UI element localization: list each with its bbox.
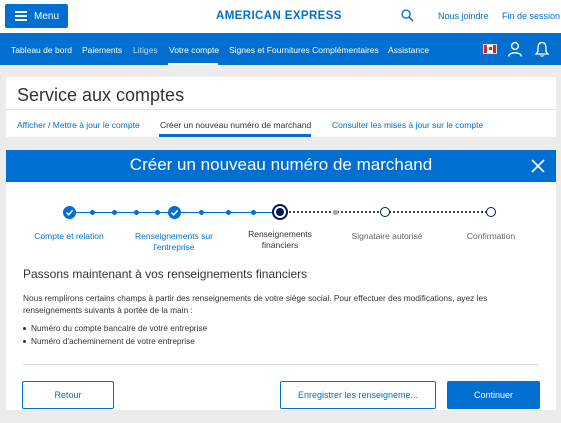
- continue-button[interactable]: Continuer: [447, 381, 540, 409]
- list-item: Numéro du compte bancaire de votre entre…: [23, 323, 207, 333]
- search-icon[interactable]: [401, 9, 414, 22]
- menu-label: Menu: [34, 10, 60, 22]
- step-label-business[interactable]: Renseignements sur l'entreprise: [124, 231, 224, 253]
- divider: [6, 109, 556, 110]
- list-item: Numéro d'acheminement de votre entrepris…: [23, 336, 195, 346]
- close-icon[interactable]: [531, 159, 545, 173]
- back-button[interactable]: Retour: [22, 381, 114, 409]
- step-substep-dot: [199, 210, 204, 215]
- step-substep-dot: [251, 210, 256, 215]
- user-icon[interactable]: [507, 41, 523, 57]
- step-label-account[interactable]: Compte et relation: [24, 231, 114, 242]
- section-heading: Passons maintenant à vos renseignements …: [23, 267, 308, 281]
- step-label-financial: Renseignements financiers: [248, 229, 312, 250]
- step-substep-dot: [112, 210, 117, 215]
- create-merchant-dialog: Créer un nouveau numéro de marchand Comp…: [6, 150, 556, 410]
- menu-button[interactable]: Menu: [5, 4, 68, 28]
- step-2-complete-check-icon: [168, 206, 181, 219]
- step-3-current-marker: [272, 204, 288, 220]
- step-5-pending-marker: [486, 207, 496, 217]
- canada-flag-icon[interactable]: [483, 44, 497, 54]
- step-substep-dot: [134, 210, 139, 215]
- nav-item-disputes[interactable]: Litiges: [133, 45, 158, 55]
- account-services-card: Service aux comptes Afficher / Mettre à …: [6, 77, 556, 137]
- tab-view-update-account[interactable]: Afficher / Mettre à jour le compte: [17, 120, 140, 130]
- step-substep-dot: [155, 210, 160, 215]
- step-substep-dot: [90, 210, 95, 215]
- step-substep-dot: [226, 210, 231, 215]
- tab-account-updates[interactable]: Consulter les mises à jour sur le compte: [332, 120, 483, 130]
- brand-logo[interactable]: AMERICAN EXPRESS: [216, 10, 342, 22]
- active-tab-indicator: [159, 134, 311, 137]
- top-header: Menu AMERICAN EXPRESS Nous joindre Fin d…: [0, 0, 561, 33]
- page-title: Service aux comptes: [17, 85, 185, 105]
- step-substep-dot: [333, 210, 338, 215]
- step-label-signatory: Signataire autorisé: [351, 231, 423, 241]
- nav-item-dashboard[interactable]: Tableau de bord: [11, 45, 72, 55]
- divider: [23, 364, 539, 365]
- dialog-header: Créer un nouveau numéro de marchand: [6, 150, 556, 182]
- dialog-title: Créer un nouveau numéro de marchand: [129, 155, 433, 174]
- main-nav: Tableau de bord Paiements Litiges Votre …: [0, 33, 561, 65]
- logout-link[interactable]: Fin de session: [502, 11, 560, 21]
- save-button[interactable]: Enregistrer les renseigneme...: [280, 381, 436, 409]
- step-label-confirmation: Confirmation: [466, 231, 516, 241]
- step-1-complete-check-icon: [63, 206, 76, 219]
- bell-icon[interactable]: [534, 41, 550, 57]
- nav-active-indicator: [168, 63, 218, 65]
- tab-create-merchant-number[interactable]: Créer un nouveau numéro de marchand: [160, 120, 311, 130]
- nav-item-your-account[interactable]: Votre compte: [169, 45, 219, 55]
- nav-item-supplies[interactable]: Signes et Fournitures Complémentaires: [229, 45, 379, 55]
- nav-item-support[interactable]: Assistance: [388, 45, 429, 55]
- nav-item-payments[interactable]: Paiements: [82, 45, 122, 55]
- instructions-text: Nous remplirons certains champs à partir…: [23, 293, 488, 315]
- contact-link[interactable]: Nous joindre: [438, 11, 489, 21]
- step-4-pending-marker: [380, 207, 390, 217]
- hamburger-icon: [15, 11, 27, 21]
